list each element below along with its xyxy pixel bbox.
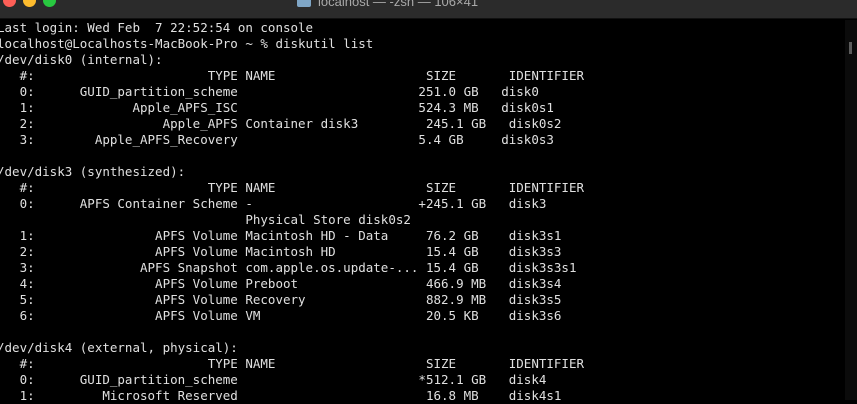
terminal-line: /dev/disk3 (synthesized): — [0, 164, 186, 179]
terminal-line: #: TYPE NAME SIZE IDENTIFIER — [0, 356, 584, 371]
terminal-line: #: TYPE NAME SIZE IDENTIFIER — [0, 180, 584, 195]
scrollbar-thumb[interactable] — [849, 42, 852, 54]
terminal-line: 6: APFS Volume VM 20.5 KB disk3s6 — [0, 308, 562, 323]
terminal-line: /dev/disk0 (internal): — [0, 52, 163, 67]
close-window-button[interactable] — [3, 0, 16, 7]
zoom-window-button[interactable] — [43, 0, 56, 7]
terminal-line: 3: APFS Snapshot com.apple.os.update-...… — [0, 260, 577, 275]
terminal-line: 2: APFS Volume Macintosh HD 15.4 GB disk… — [0, 244, 562, 259]
terminal-line: /dev/disk4 (external, physical): — [0, 340, 238, 355]
terminal-line: 5: APFS Volume Recovery 882.9 MB disk3s5 — [0, 292, 562, 307]
terminal-line: 0: GUID_partition_scheme *512.1 GB disk4 — [0, 372, 547, 387]
window-title-text: localhost — -zsh — 106×41 — [318, 0, 479, 9]
terminal-line: 0: APFS Container Scheme - +245.1 GB dis… — [0, 196, 547, 211]
terminal-line: 1: APFS Volume Macintosh HD - Data 76.2 … — [0, 228, 562, 243]
terminal-line: 3: Apple_APFS_Recovery 5.4 GB disk0s3 — [0, 132, 554, 147]
folder-icon — [297, 0, 311, 7]
terminal-line: #: TYPE NAME SIZE IDENTIFIER — [0, 68, 584, 83]
terminal-line: 0: GUID_partition_scheme 251.0 GB disk0 — [0, 84, 539, 99]
terminal-line: 4: APFS Volume Preboot 466.9 MB disk3s4 — [0, 276, 562, 291]
window-titlebar: localhost — -zsh — 106×41 — [0, 0, 857, 19]
minimize-window-button[interactable] — [23, 0, 36, 7]
terminal-line: 1: Microsoft Reserved 16.8 MB disk4s1 — [0, 388, 562, 403]
terminal-scrollbar[interactable] — [845, 20, 857, 400]
terminal-line: localhost@Localhosts-MacBook-Pro ~ % dis… — [0, 36, 374, 51]
terminal-output[interactable]: Last login: Wed Feb 7 22:52:54 on consol… — [0, 20, 845, 403]
terminal-line: 1: Apple_APFS_ISC 524.3 MB disk0s1 — [0, 100, 554, 115]
terminal-line: Physical Store disk0s2 — [0, 212, 411, 227]
terminal-line: 2: Apple_APFS Container disk3 245.1 GB d… — [0, 116, 562, 131]
window-title: localhost — -zsh — 106×41 — [297, 0, 479, 12]
terminal-line: Last login: Wed Feb 7 22:52:54 on consol… — [0, 20, 314, 35]
